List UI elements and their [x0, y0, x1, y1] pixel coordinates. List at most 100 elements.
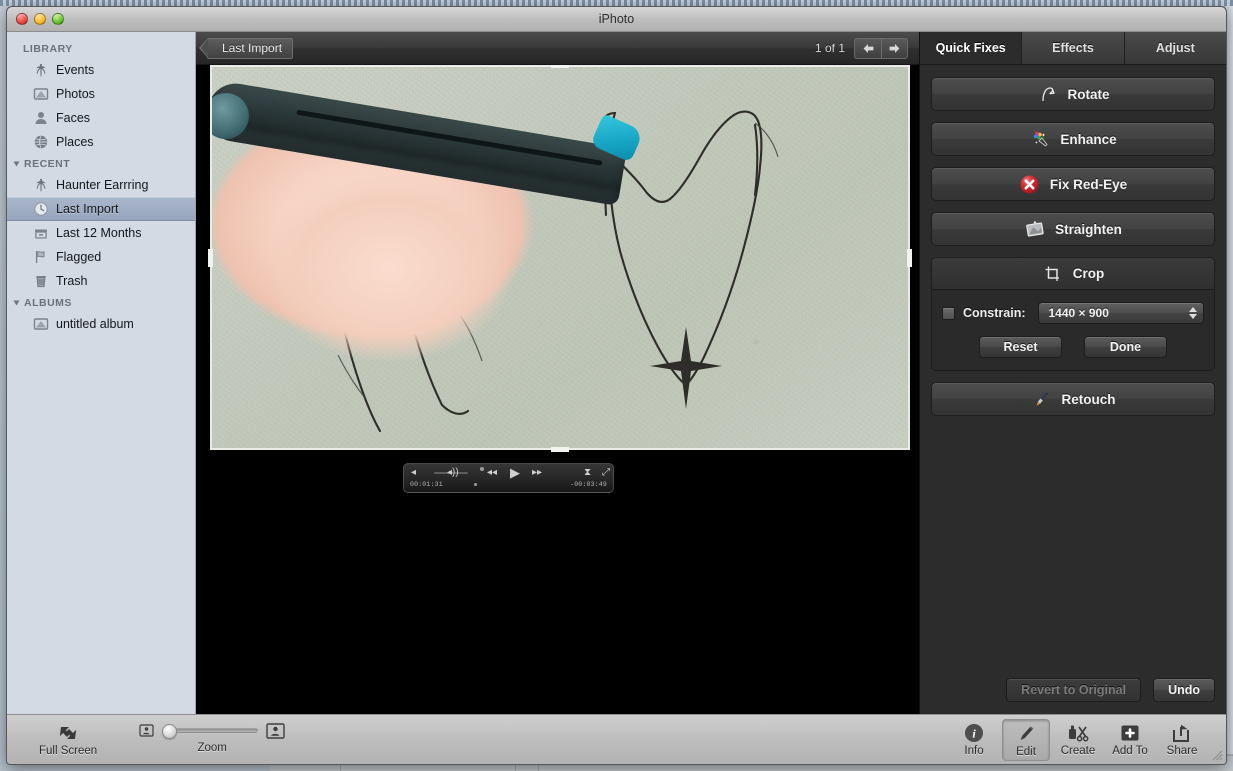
- sidebar-item-haunter-earrring[interactable]: Haunter Earrring: [7, 173, 195, 197]
- sidebar-item-trash[interactable]: Trash: [7, 269, 195, 293]
- traffic-lights: [16, 13, 64, 25]
- sidebar-item-label: Faces: [56, 111, 91, 125]
- sidebar-item-events[interactable]: Events: [7, 58, 195, 82]
- previous-photo-button[interactable]: [854, 37, 881, 59]
- full-screen-button[interactable]: Full Screen: [39, 723, 97, 757]
- fix-red-eye-label: Fix Red-Eye: [1049, 176, 1128, 192]
- scissors-icon: [1069, 725, 1089, 741]
- edit-button[interactable]: Edit: [1002, 718, 1050, 761]
- sidebar-item-label: Trash: [56, 274, 88, 288]
- video-timeline-row[interactable]: 00:01:31 -00:03:49: [404, 481, 613, 493]
- zoom-slider-track[interactable]: [162, 724, 259, 739]
- chevron-updown-icon[interactable]: [1189, 307, 1197, 319]
- zoom-control[interactable]: Zoom: [139, 722, 285, 754]
- volume-high-icon[interactable]: ◂)): [447, 464, 459, 481]
- sidebar-item-last-import[interactable]: Last Import: [7, 197, 195, 221]
- sidebar-section-recent[interactable]: RECENT: [7, 154, 195, 173]
- close-button[interactable]: [16, 13, 28, 25]
- tab-adjust[interactable]: Adjust: [1124, 32, 1226, 64]
- zoom-label: Zoom: [197, 741, 227, 754]
- edit-panel: Quick Fixes Effects Adjust Rotate Enhanc…: [919, 32, 1226, 714]
- fix-red-eye-button[interactable]: Fix Red-Eye: [931, 167, 1215, 201]
- video-remaining-time: -00:03:49: [570, 481, 607, 488]
- palm-tree-icon: [33, 177, 49, 193]
- window-titlebar[interactable]: iPhoto: [7, 7, 1226, 32]
- trim-icon[interactable]: ⧗: [584, 464, 591, 481]
- video-controls-bar[interactable]: ◂ ◂)) ◂◂ ▶ ▸▸ ⧗ ⤢ 00:01:31 -00:03:49: [403, 463, 614, 493]
- rotate-button[interactable]: Rotate: [931, 77, 1215, 111]
- share-button[interactable]: Share: [1158, 719, 1206, 759]
- constrain-checkbox[interactable]: [942, 306, 955, 320]
- straighten-button[interactable]: Straighten: [931, 212, 1215, 246]
- video-controls-row: ◂ ◂)) ◂◂ ▶ ▸▸ ⧗ ⤢: [404, 464, 613, 481]
- enhance-button[interactable]: Enhance: [931, 122, 1215, 156]
- sidebar-item-last-12-months[interactable]: Last 12 Months: [7, 221, 195, 245]
- disclosure-triangle-icon[interactable]: [13, 161, 20, 167]
- iphoto-window: iPhoto LIBRARY Events Photos Faces Place…: [6, 6, 1227, 765]
- sidebar-section-label: ALBUMS: [24, 297, 72, 309]
- play-icon[interactable]: ▶: [510, 464, 520, 481]
- playhead-marker[interactable]: [474, 483, 477, 486]
- sidebar-item-label: untitled album: [56, 317, 134, 331]
- arrow-right-icon: [889, 43, 900, 53]
- constrain-label: Constrain:: [963, 306, 1026, 320]
- constrain-dropdown[interactable]: 1440 × 900: [1037, 302, 1204, 324]
- zoom-button[interactable]: [52, 13, 64, 25]
- viewer-topbar: Last Import 1 of 1: [196, 32, 919, 65]
- pencil-icon: [1020, 725, 1034, 740]
- sidebar-section-albums[interactable]: ALBUMS: [7, 293, 195, 312]
- add-to-button[interactable]: Add To: [1106, 719, 1154, 759]
- breadcrumb-last-import[interactable]: Last Import: [198, 37, 294, 59]
- library-sidebar[interactable]: LIBRARY Events Photos Faces Places RECEN…: [7, 32, 196, 714]
- crop-title: Crop: [1072, 266, 1105, 281]
- revert-to-original-button[interactable]: Revert to Original: [1006, 678, 1142, 702]
- rotate-label: Rotate: [1067, 86, 1110, 102]
- volume-low-icon[interactable]: ◂: [411, 464, 416, 481]
- resize-grip-icon[interactable]: [1209, 747, 1223, 761]
- crop-body: Constrain: 1440 × 900 Reset Done: [932, 290, 1214, 370]
- photo-viewer[interactable]: ◂ ◂)) ◂◂ ▶ ▸▸ ⧗ ⤢ 00:01:31 -00:03:49: [196, 65, 919, 714]
- person-icon: [33, 110, 49, 126]
- crop-handle-bottom[interactable]: [551, 447, 569, 452]
- sidebar-item-faces[interactable]: Faces: [7, 106, 195, 130]
- fast-forward-icon[interactable]: ▸▸: [532, 464, 542, 481]
- rotate-icon: [1036, 83, 1058, 105]
- fullscreen-icon[interactable]: ⤢: [602, 464, 610, 481]
- sidebar-item-label: Last Import: [56, 202, 119, 216]
- sidebar-item-label: Flagged: [56, 250, 102, 264]
- next-photo-button[interactable]: [881, 37, 908, 59]
- share-label: Share: [1166, 744, 1198, 757]
- crop-header[interactable]: Crop: [932, 258, 1214, 290]
- revert-label: Revert to Original: [1021, 683, 1127, 697]
- crop-buttons: Reset Done: [942, 336, 1204, 358]
- red-eye-icon: [1019, 173, 1041, 195]
- volume-slider-knob[interactable]: [480, 467, 484, 471]
- sidebar-section-label: RECENT: [24, 158, 71, 170]
- sidebar-item-untitled-album[interactable]: untitled album: [7, 312, 195, 336]
- sidebar-item-photos[interactable]: Photos: [7, 82, 195, 106]
- crop-selection-frame[interactable]: [210, 65, 910, 450]
- sidebar-item-flagged[interactable]: Flagged: [7, 245, 195, 269]
- tab-effects[interactable]: Effects: [1022, 32, 1125, 64]
- rewind-icon[interactable]: ◂◂: [487, 464, 497, 481]
- retouch-button[interactable]: Retouch: [931, 382, 1215, 416]
- crop-handle-left[interactable]: [208, 249, 213, 267]
- create-button[interactable]: Create: [1054, 719, 1102, 759]
- zoom-slider-knob[interactable]: [162, 724, 178, 739]
- disclosure-triangle-icon[interactable]: [13, 300, 20, 306]
- info-button[interactable]: i Info: [950, 719, 998, 759]
- crop-handle-top[interactable]: [551, 65, 569, 68]
- full-screen-label: Full Screen: [39, 744, 98, 757]
- crop-done-button[interactable]: Done: [1084, 336, 1167, 358]
- zoom-slider-row[interactable]: [139, 722, 285, 739]
- sidebar-item-places[interactable]: Places: [7, 130, 195, 154]
- create-label: Create: [1060, 744, 1096, 757]
- minimize-button[interactable]: [34, 13, 46, 25]
- undo-button[interactable]: Undo: [1153, 678, 1215, 702]
- tab-quick-fixes[interactable]: Quick Fixes: [920, 32, 1023, 64]
- crop-handle-right[interactable]: [907, 249, 912, 267]
- palm-tree-icon: [33, 62, 49, 78]
- photo-crop-area[interactable]: [208, 65, 912, 452]
- crop-reset-button[interactable]: Reset: [979, 336, 1062, 358]
- sidebar-section-library: LIBRARY: [23, 43, 73, 55]
